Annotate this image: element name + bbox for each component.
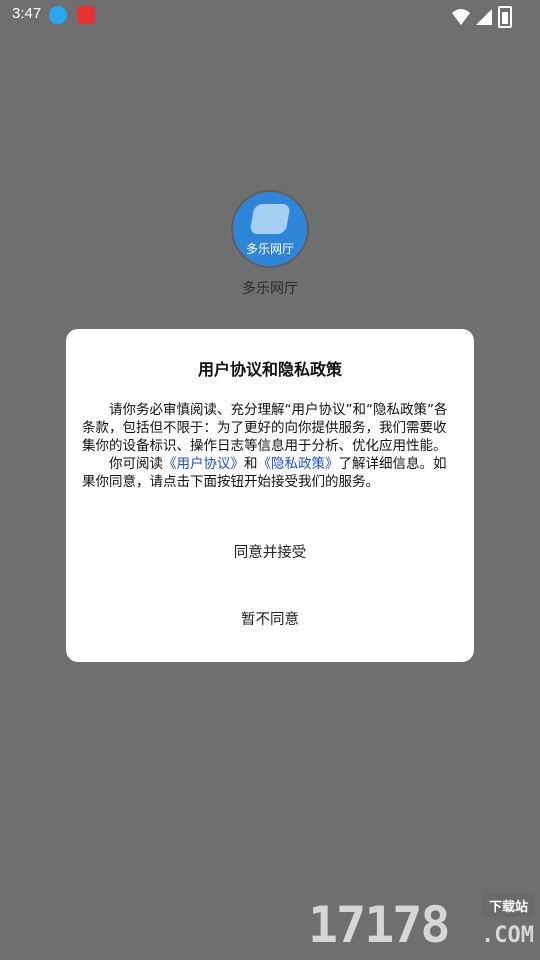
dialog-paragraph-1: 请你务必审慎阅读、充分理解“用户协议”和“隐私政策”各条款，包括但不限于：为了更… <box>82 402 448 454</box>
download-icon <box>49 6 67 24</box>
battery-icon <box>498 6 512 28</box>
watermark-tag: 下载站 <box>482 894 534 917</box>
logo-text: 多乐网厅 <box>245 242 294 256</box>
watermark-number: 17178 <box>308 896 451 954</box>
decline-button[interactable]: 暂不同意 <box>66 608 474 629</box>
privacy-policy-link[interactable]: 《隐私政策》 <box>258 456 339 472</box>
accept-button[interactable]: 同意并接受 <box>66 541 474 562</box>
logo-cube-icon <box>249 204 291 234</box>
signal-icon <box>476 9 492 25</box>
dialog-paragraph-2: 你可阅读《用户协议》和《隐私政策》了解详细信息。如果你同意，请点击下面按钮开始接… <box>82 455 458 491</box>
wifi-icon <box>452 9 470 25</box>
user-agreement-link[interactable]: 《用户协议》 <box>163 456 244 472</box>
and-text: 和 <box>244 456 258 472</box>
watermark: 17178 下载站 .COM <box>308 894 534 954</box>
dialog-body: 请你务必审慎阅读、充分理解“用户协议”和“隐私政策”各条款，包括但不限于：为了更… <box>82 401 458 491</box>
app-logo: 多乐网厅 <box>233 192 307 266</box>
para2-prefix: 你可阅读 <box>109 456 163 472</box>
app-notification-icon <box>77 6 95 24</box>
dialog-title: 用户协议和隐私政策 <box>197 360 342 379</box>
status-time: 3:47 <box>12 5 42 22</box>
status-bar: 3:47 <box>0 0 540 32</box>
watermark-com: .COM <box>481 923 534 948</box>
app-name: 多乐网厅 <box>242 281 298 297</box>
status-icons <box>452 6 512 28</box>
privacy-dialog: 用户协议和隐私政策 请你务必审慎阅读、充分理解“用户协议”和“隐私政策”各条款，… <box>66 329 474 662</box>
